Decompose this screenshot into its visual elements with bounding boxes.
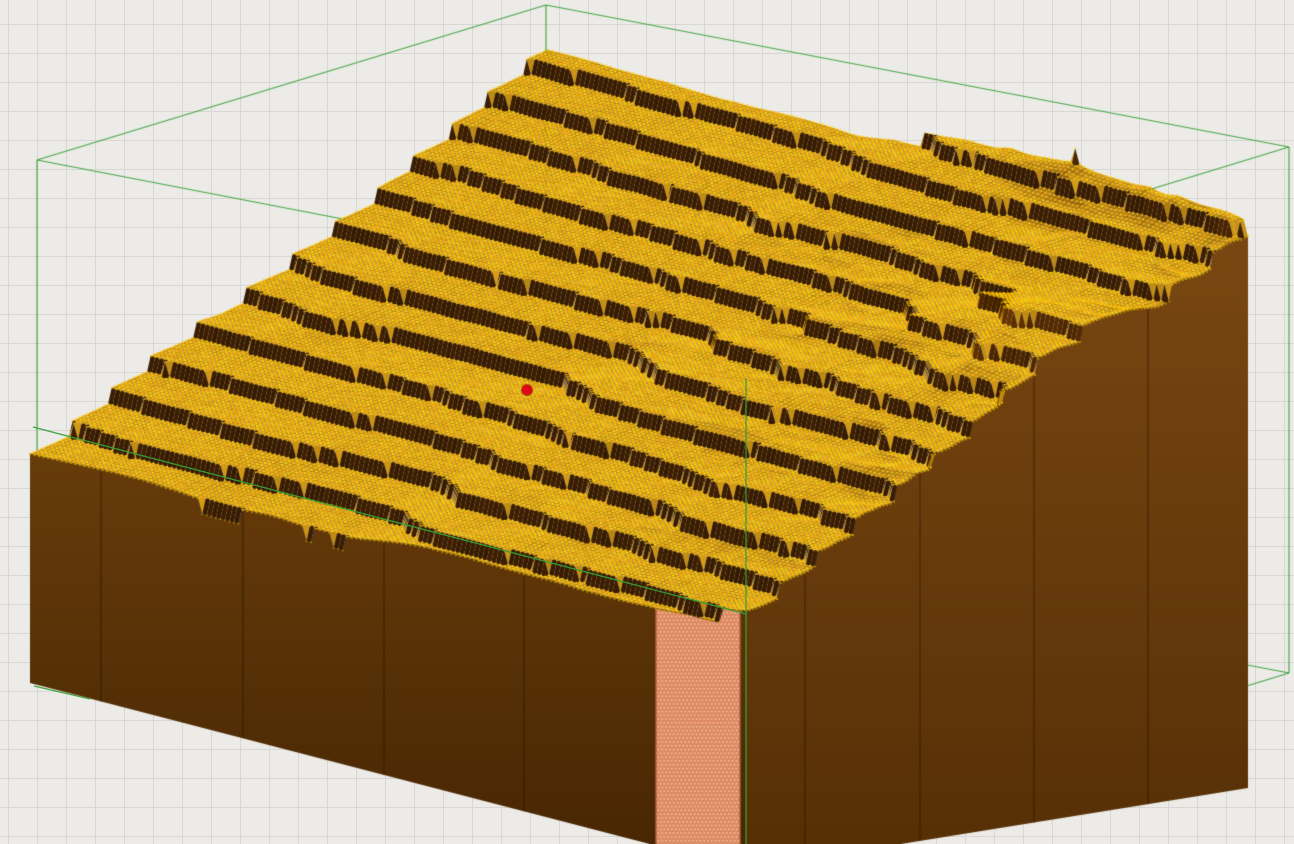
point-marker[interactable]: [522, 385, 532, 395]
3d-viewport[interactable]: [0, 0, 1294, 844]
terrain-model[interactable]: [0, 0, 1294, 844]
